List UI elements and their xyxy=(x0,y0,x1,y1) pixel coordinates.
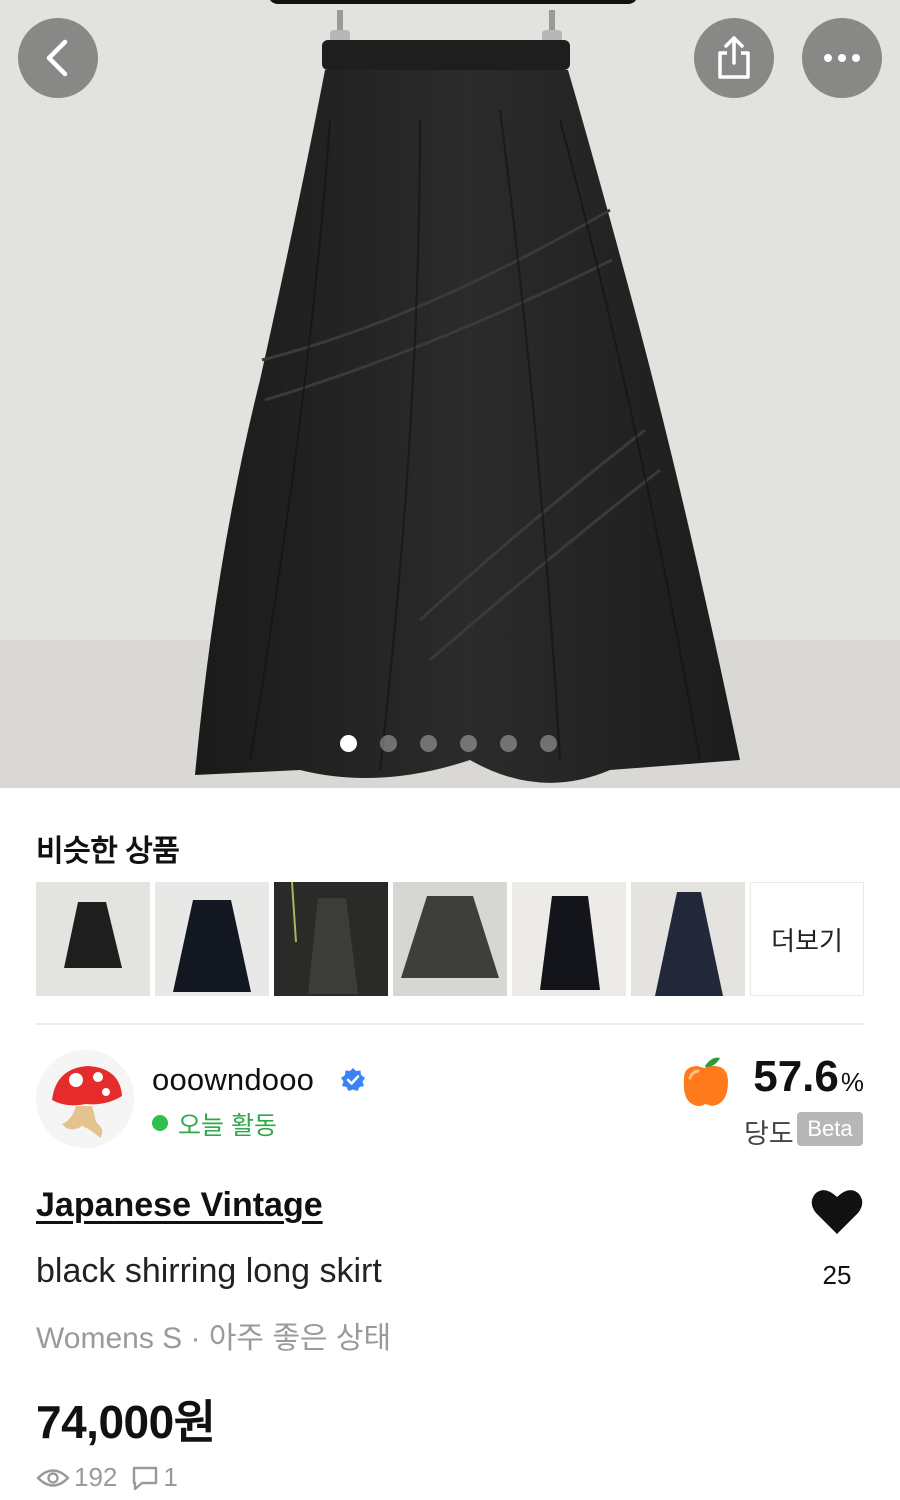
product-photo xyxy=(0,0,900,788)
product-price: 74,000원 xyxy=(36,1396,216,1448)
seller-avatar[interactable] xyxy=(36,1050,134,1148)
apple-icon xyxy=(683,1057,728,1106)
active-status-dot xyxy=(152,1115,168,1131)
active-status-label: 오늘 활동 xyxy=(178,1112,277,1140)
gallery-pagination xyxy=(340,735,557,752)
similar-product-thumb[interactable] xyxy=(631,882,745,996)
pagination-dot[interactable] xyxy=(540,735,557,752)
view-count: 192 xyxy=(74,1462,118,1492)
ellipsis-icon xyxy=(824,54,860,62)
pagination-dot[interactable] xyxy=(460,735,477,752)
more-options-button[interactable] xyxy=(802,18,882,98)
like-count: 25 xyxy=(822,1260,852,1290)
see-more-similar-button[interactable]: 더보기 xyxy=(750,882,864,996)
sweetness-score-value: 57.6 xyxy=(753,1052,839,1101)
heart-icon[interactable] xyxy=(810,1186,864,1236)
beta-badge: Beta xyxy=(797,1112,863,1146)
section-divider xyxy=(36,1023,864,1025)
back-button[interactable] xyxy=(18,18,98,98)
product-title: black shirring long skirt xyxy=(36,1252,382,1290)
pagination-dot[interactable] xyxy=(500,735,517,752)
similar-product-thumb[interactable] xyxy=(36,882,150,996)
product-brand-link[interactable]: Japanese Vintage xyxy=(36,1186,323,1225)
notch-bar xyxy=(268,0,638,4)
share-icon xyxy=(718,36,750,79)
comment-icon xyxy=(133,1466,158,1490)
similar-product-thumb[interactable] xyxy=(155,882,269,996)
similar-product-thumb[interactable] xyxy=(512,882,626,996)
seller-name[interactable]: ooowndooo xyxy=(152,1062,314,1098)
sweetness-label: 당도 xyxy=(744,1119,794,1149)
verified-badge-icon xyxy=(341,1068,365,1091)
sweetness-score: 57.6% xyxy=(753,1052,864,1102)
similar-products-title: 비슷한 상품 xyxy=(36,835,180,868)
eye-icon xyxy=(36,1468,70,1487)
similar-products-list xyxy=(36,882,745,996)
mushroom-icon xyxy=(36,1050,134,1148)
product-image-gallery[interactable] xyxy=(0,0,900,788)
share-button[interactable] xyxy=(694,18,774,98)
pagination-dot[interactable] xyxy=(340,735,357,752)
pagination-dot[interactable] xyxy=(420,735,437,752)
sweetness-score-unit: % xyxy=(840,1067,864,1097)
product-meta: Womens S · 아주 좋은 상태 xyxy=(36,1322,392,1355)
chevron-left-icon xyxy=(46,39,68,77)
product-stats: 192 1 xyxy=(36,1462,178,1493)
similar-product-thumb[interactable] xyxy=(274,882,388,996)
comment-count: 1 xyxy=(163,1462,178,1492)
pagination-dot[interactable] xyxy=(380,735,397,752)
similar-product-thumb[interactable] xyxy=(393,882,507,996)
